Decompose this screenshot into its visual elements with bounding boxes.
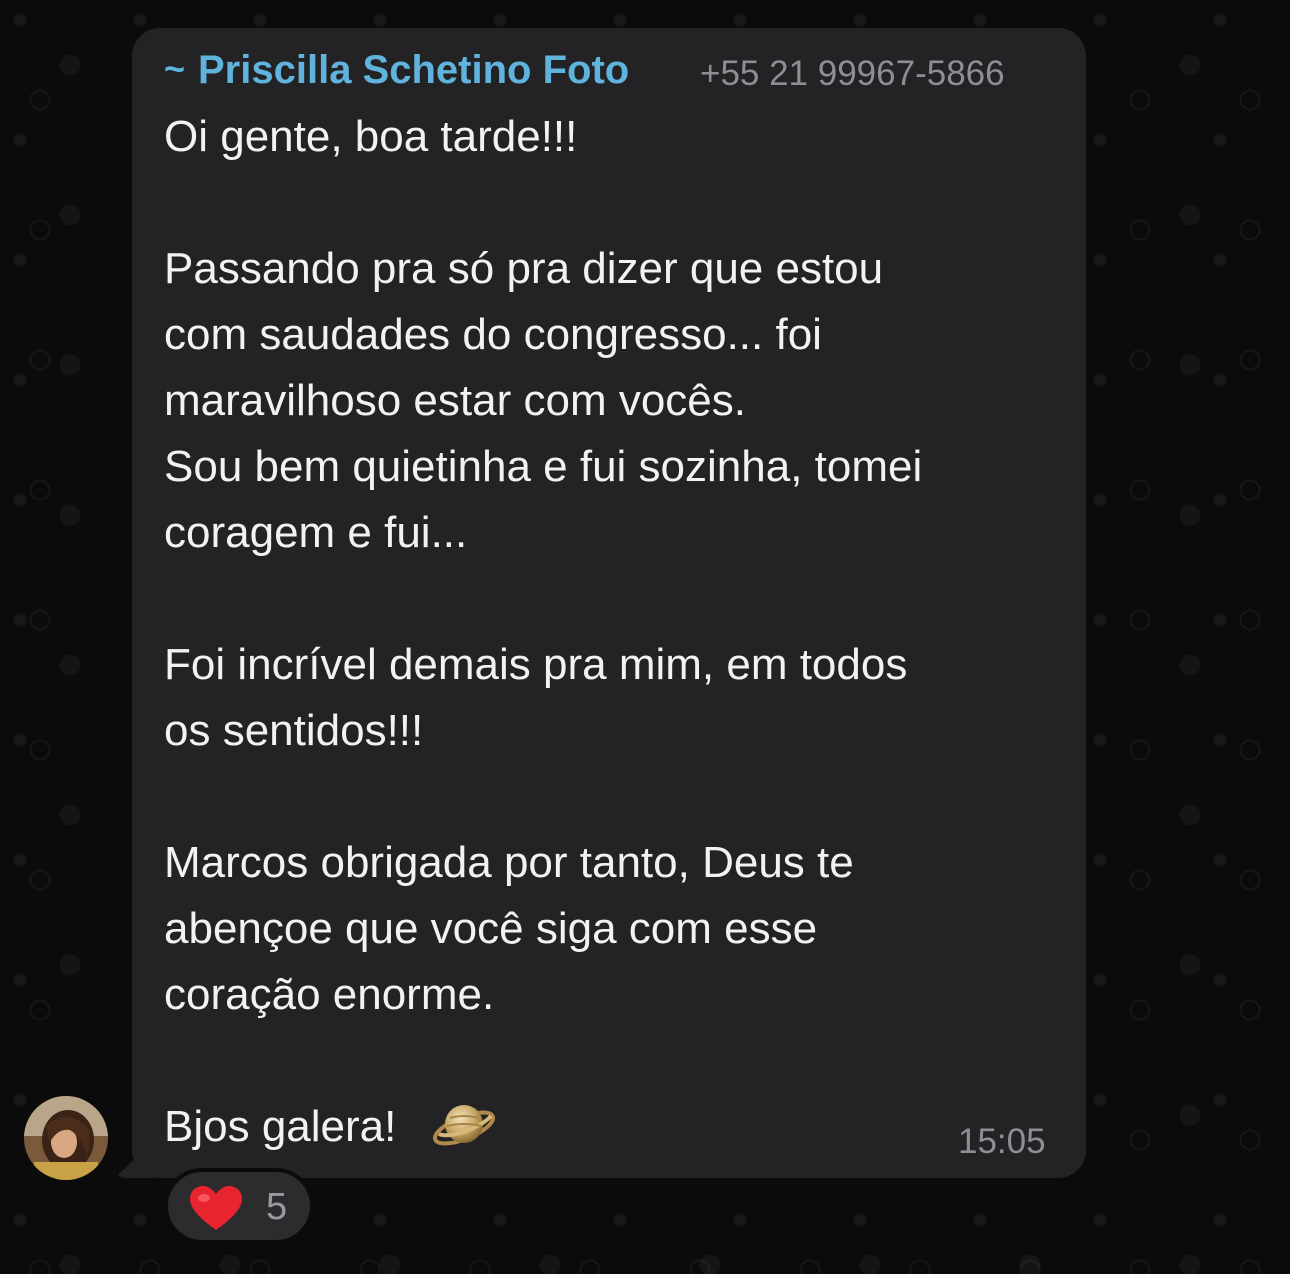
message-text: Oi gente, boa tarde!!! Passando pra só p… bbox=[164, 112, 923, 1151]
sender-phone[interactable]: +55 21 99967-5866 bbox=[700, 54, 1005, 94]
sender-name[interactable]: Priscilla Schetino Foto bbox=[198, 48, 629, 93]
ringed-planet-icon bbox=[432, 1105, 496, 1146]
reaction-pill[interactable]: 5 bbox=[164, 1168, 314, 1244]
sender-prefix: ~ bbox=[164, 48, 186, 89]
avatar-photo bbox=[24, 1096, 108, 1180]
message-timestamp: 15:05 bbox=[958, 1122, 1046, 1161]
avatar[interactable] bbox=[24, 1096, 108, 1180]
heart-icon bbox=[190, 1186, 242, 1230]
sender-header: ~ Priscilla Schetino Foto +55 21 99967-5… bbox=[164, 48, 1064, 96]
reaction-count: 5 bbox=[266, 1186, 288, 1228]
